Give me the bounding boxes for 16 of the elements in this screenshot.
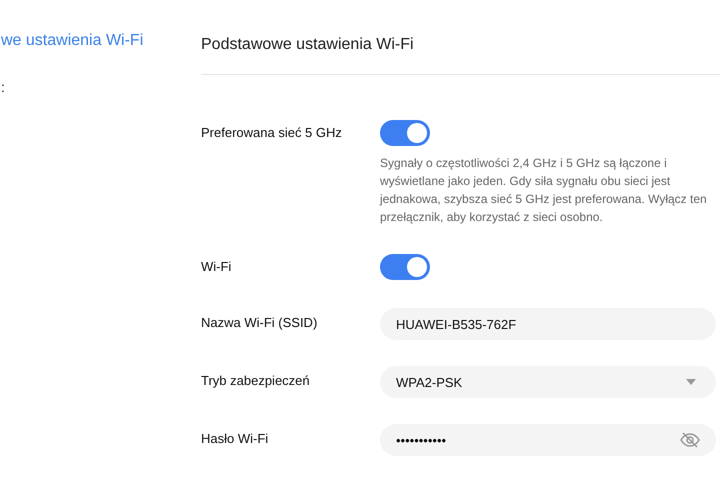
setting-label: Nazwa Wi-Fi (SSID) <box>201 314 318 332</box>
setting-label: Hasło Wi-Fi <box>201 430 270 448</box>
dropdown[interactable]: WPA2-PSK <box>380 366 716 398</box>
setting-label: Wi-Fi <box>201 258 232 276</box>
sidebar-item[interactable]: : <box>1 77 172 97</box>
input-field[interactable]: HUAWEI-B535-762F <box>380 308 716 340</box>
setting-label: Tryb zabezpieczeń <box>201 372 311 390</box>
page-title: Podstawowe ustawienia Wi-Fi <box>201 36 415 54</box>
toggle-switch[interactable] <box>380 254 430 280</box>
sidebar-item[interactable]: we ustawienia Wi-Fi <box>1 31 172 51</box>
password-field[interactable]: ••••••••••• <box>380 424 716 456</box>
description-text: Sygnały o częstotliwości 2,4 GHz i 5 GHz są łączone i wyświetlane jako jeden. Gdy siła sygnału obu sieci jest jednakowa, szybsza sieć 5 GHz jest preferowana. Wyłącz ten przełącznik, aby korzystać z sieci osobno. <box>380 155 708 226</box>
setting-label: Preferowana sieć 5 GHz <box>201 124 343 142</box>
caret-icon <box>686 379 696 385</box>
hidden-eye-icon[interactable] <box>680 432 700 448</box>
toggle-switch[interactable] <box>380 120 430 146</box>
